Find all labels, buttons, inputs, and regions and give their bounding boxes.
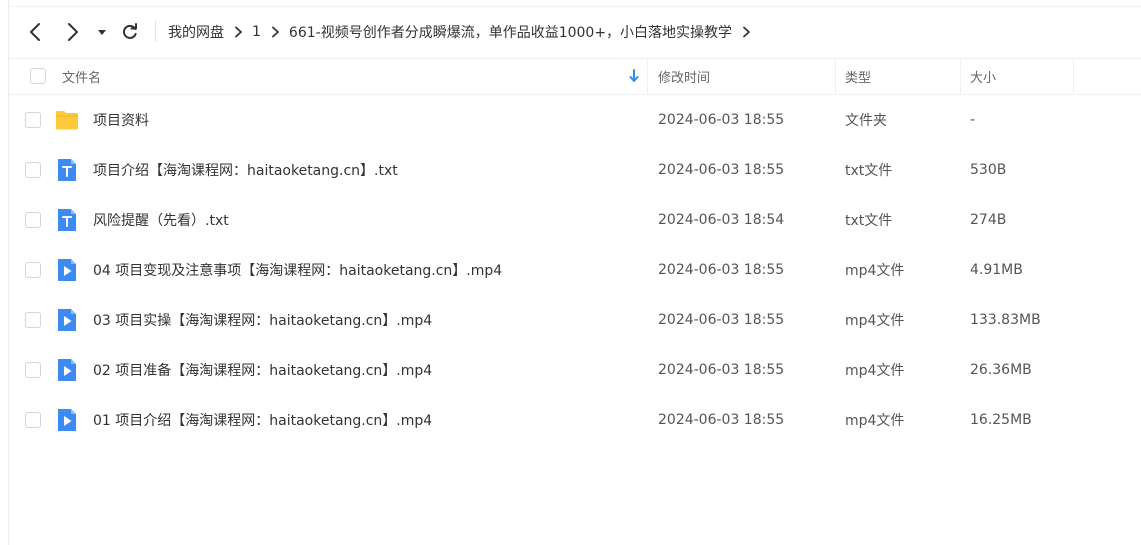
column-divider bbox=[835, 58, 836, 94]
file-name[interactable]: 01 项目介绍【海淘课程网：haitaoketang.cn】.mp4 bbox=[93, 395, 432, 445]
file-row[interactable]: 04 项目变现及注意事项【海淘课程网：haitaoketang.cn】.mp4 … bbox=[9, 245, 1141, 295]
column-header-type[interactable]: 类型 bbox=[845, 58, 871, 94]
file-row[interactable]: 风险提醒（先看）.txt 2024-06-03 18:54 txt文件 274B bbox=[9, 195, 1141, 245]
breadcrumb-separator-icon bbox=[271, 26, 280, 38]
file-type: 文件夹 bbox=[845, 113, 887, 129]
file-modified-time: 2024-06-03 18:55 bbox=[658, 112, 785, 128]
text-file-icon bbox=[58, 209, 76, 231]
file-name[interactable]: 项目资料 bbox=[93, 95, 149, 145]
file-name[interactable]: 02 项目准备【海淘课程网：haitaoketang.cn】.mp4 bbox=[93, 345, 432, 395]
chevron-left-icon bbox=[30, 23, 40, 41]
breadcrumb-item-root[interactable]: 我的网盘 bbox=[168, 22, 224, 42]
file-type: mp4文件 bbox=[845, 363, 905, 379]
file-type: txt文件 bbox=[845, 163, 893, 179]
file-modified-time: 2024-06-03 18:55 bbox=[658, 312, 785, 328]
file-modified-time: 2024-06-03 18:55 bbox=[658, 412, 785, 428]
row-checkbox[interactable] bbox=[25, 112, 41, 128]
back-button[interactable] bbox=[21, 18, 49, 46]
file-name[interactable]: 风险提醒（先看）.txt bbox=[93, 195, 229, 245]
file-name[interactable]: 项目介绍【海淘课程网：haitaoketang.cn】.txt bbox=[93, 145, 398, 195]
file-row[interactable]: 项目资料 2024-06-03 18:55 文件夹 - bbox=[9, 95, 1141, 145]
row-checkbox[interactable] bbox=[25, 312, 41, 328]
folder-icon bbox=[56, 111, 78, 130]
file-size: 274B bbox=[970, 212, 1007, 228]
text-file-icon bbox=[58, 159, 76, 181]
breadcrumb-item-current[interactable]: 661-视频号创作者分成瞬爆流，单作品收益1000+，小白落地实操教学 bbox=[289, 22, 732, 42]
video-file-icon bbox=[58, 409, 76, 431]
video-file-icon bbox=[58, 309, 76, 331]
file-size: 16.25MB bbox=[970, 412, 1032, 428]
file-type: txt文件 bbox=[845, 213, 893, 229]
breadcrumb-separator-icon bbox=[234, 26, 243, 38]
file-modified-time: 2024-06-03 18:55 bbox=[658, 262, 785, 278]
select-all-checkbox[interactable] bbox=[30, 68, 46, 84]
video-file-icon bbox=[58, 359, 76, 381]
file-size: 530B bbox=[970, 162, 1007, 178]
file-name[interactable]: 04 项目变现及注意事项【海淘课程网：haitaoketang.cn】.mp4 bbox=[93, 245, 502, 295]
video-file-icon bbox=[58, 259, 76, 281]
file-size: 4.91MB bbox=[970, 262, 1023, 278]
file-list-header: 文件名 修改时间 类型 大小 bbox=[9, 58, 1141, 95]
column-header-size[interactable]: 大小 bbox=[970, 58, 996, 94]
file-row[interactable]: 01 项目介绍【海淘课程网：haitaoketang.cn】.mp4 2024-… bbox=[9, 395, 1141, 445]
toolbar-separator bbox=[155, 20, 156, 42]
column-divider bbox=[1073, 58, 1074, 94]
file-name[interactable]: 03 项目实操【海淘课程网：haitaoketang.cn】.mp4 bbox=[93, 295, 432, 345]
caret-down-icon bbox=[98, 30, 106, 35]
file-size: 133.83MB bbox=[970, 312, 1041, 328]
toolbar-top-divider bbox=[9, 6, 1141, 7]
file-size: 26.36MB bbox=[970, 362, 1032, 378]
breadcrumb-separator-icon bbox=[742, 26, 751, 38]
file-type: mp4文件 bbox=[845, 263, 905, 279]
refresh-icon bbox=[122, 23, 137, 39]
row-checkbox[interactable] bbox=[25, 362, 41, 378]
navigation-toolbar: 我的网盘 1 661-视频号创作者分成瞬爆流，单作品收益1000+，小白落地实操… bbox=[9, 0, 1141, 59]
row-checkbox[interactable] bbox=[25, 212, 41, 228]
file-modified-time: 2024-06-03 18:54 bbox=[658, 212, 785, 228]
sort-descending-icon[interactable] bbox=[629, 58, 639, 94]
refresh-button[interactable] bbox=[116, 18, 144, 46]
file-type: mp4文件 bbox=[845, 313, 905, 329]
file-size: - bbox=[970, 112, 976, 128]
column-header-name[interactable]: 文件名 bbox=[62, 58, 101, 94]
forward-button[interactable] bbox=[59, 18, 87, 46]
file-row[interactable]: 项目介绍【海淘课程网：haitaoketang.cn】.txt 2024-06-… bbox=[9, 145, 1141, 195]
file-row[interactable]: 03 项目实操【海淘课程网：haitaoketang.cn】.mp4 2024-… bbox=[9, 295, 1141, 345]
column-header-modified[interactable]: 修改时间 bbox=[658, 58, 710, 94]
file-modified-time: 2024-06-03 18:55 bbox=[658, 362, 785, 378]
file-type: mp4文件 bbox=[845, 413, 905, 429]
column-divider bbox=[960, 58, 961, 94]
row-checkbox[interactable] bbox=[25, 262, 41, 278]
history-dropdown-button[interactable] bbox=[93, 18, 111, 46]
row-checkbox[interactable] bbox=[25, 412, 41, 428]
file-row[interactable]: 02 项目准备【海淘课程网：haitaoketang.cn】.mp4 2024-… bbox=[9, 345, 1141, 395]
breadcrumb: 我的网盘 1 661-视频号创作者分成瞬爆流，单作品收益1000+，小白落地实操… bbox=[168, 21, 760, 43]
breadcrumb-item-folder-1[interactable]: 1 bbox=[252, 24, 261, 40]
file-modified-time: 2024-06-03 18:55 bbox=[658, 162, 785, 178]
column-divider bbox=[647, 58, 648, 94]
chevron-right-icon bbox=[68, 23, 78, 41]
row-checkbox[interactable] bbox=[25, 162, 41, 178]
